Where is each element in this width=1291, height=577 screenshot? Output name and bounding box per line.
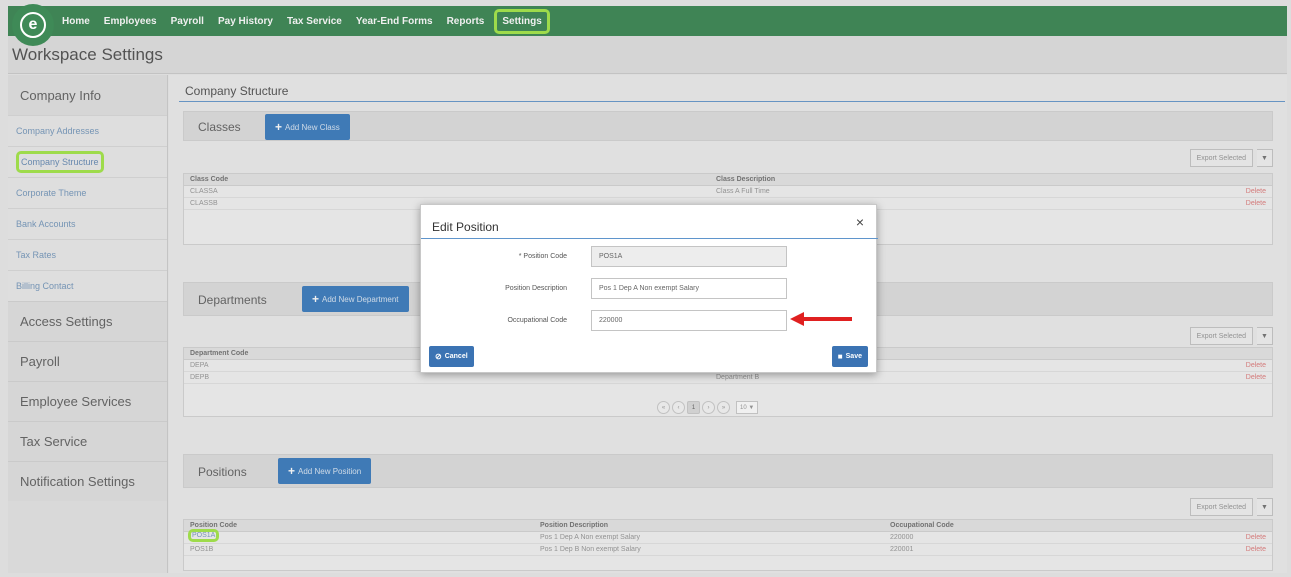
save-label: Save bbox=[845, 353, 862, 360]
save-icon: ■ bbox=[837, 352, 843, 361]
logo-icon: e bbox=[20, 12, 46, 38]
occupational-code-label: Occupational Code bbox=[507, 317, 567, 324]
position-description-row: Position Description bbox=[421, 278, 878, 300]
dialog-divider bbox=[421, 238, 878, 239]
save-button[interactable]: ■ Save bbox=[831, 346, 868, 367]
arrow-icon bbox=[790, 312, 852, 326]
edit-position-dialog: Edit Position × * Position Code Position… bbox=[420, 204, 878, 373]
position-code-field[interactable] bbox=[591, 246, 787, 267]
red-arrow-annotation bbox=[790, 312, 852, 326]
app-window: e Home Employees Payroll Pay History Tax… bbox=[0, 0, 1291, 577]
close-icon[interactable]: × bbox=[856, 214, 864, 230]
app-logo[interactable]: e bbox=[12, 4, 54, 46]
position-code-label: * Position Code bbox=[518, 253, 567, 260]
cancel-icon: ⊘ bbox=[435, 352, 442, 361]
occupational-code-field[interactable] bbox=[591, 310, 787, 331]
position-description-label: Position Description bbox=[505, 285, 567, 292]
position-code-row: * Position Code bbox=[421, 246, 878, 268]
position-description-field[interactable] bbox=[591, 278, 787, 299]
cancel-button[interactable]: ⊘ Cancel bbox=[429, 346, 474, 367]
cancel-label: Cancel bbox=[444, 353, 468, 360]
dialog-title: Edit Position bbox=[432, 220, 499, 234]
